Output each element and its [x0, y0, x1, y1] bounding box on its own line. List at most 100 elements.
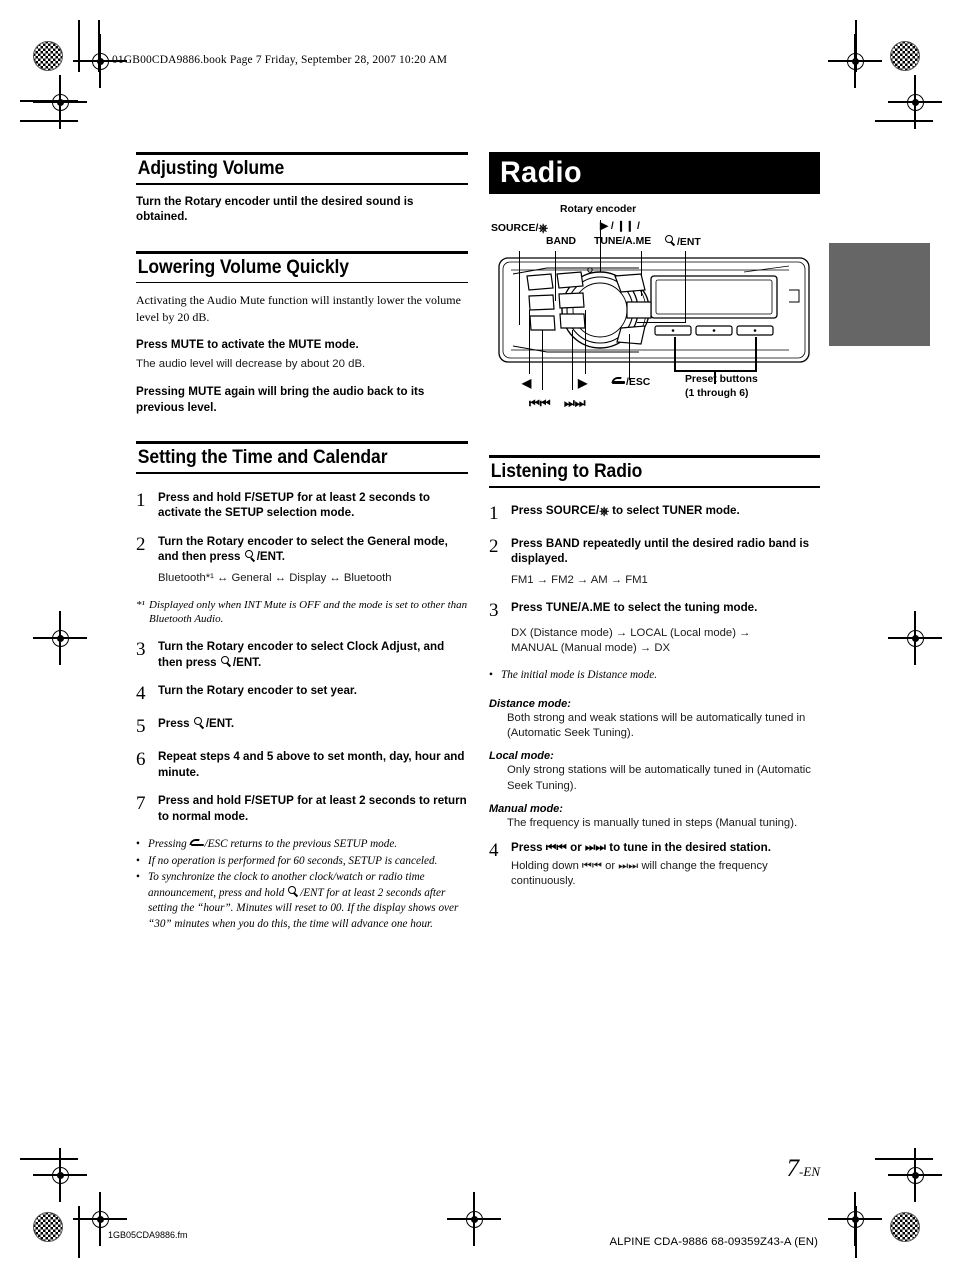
- crosshair-mark-right-middle: [888, 611, 942, 665]
- diagram-label-tune-ame: TUNE/A.ME: [594, 236, 652, 247]
- halftone-registration-dot-bottom-left: [33, 1212, 63, 1242]
- step-item: 4 Press ⏮⏮ or ⏭⏭ to tune in the desired …: [489, 840, 820, 889]
- imprint-line: ALPINE CDA-9886 68-09359Z43-A (EN): [609, 1236, 818, 1248]
- crop-mark-tl-v2: [98, 20, 100, 72]
- list-item: • The initial mode is Distance mode.: [489, 668, 820, 683]
- magnifier-icon: [665, 235, 676, 246]
- magnifier-icon: [193, 717, 205, 728]
- band-cycle-line: FM1 → FM2 → AM → FM1: [511, 573, 648, 586]
- power-icon: ⎈: [538, 221, 548, 235]
- step-body: Press /ENT.: [158, 717, 235, 731]
- mode-body: Both strong and weak stations will be au…: [507, 711, 806, 740]
- diagram-label-prev-track: ⏮⏮: [529, 396, 551, 410]
- diagram-label-source: SOURCE/⎈: [491, 221, 548, 235]
- diagram-label-band: BAND: [546, 236, 577, 247]
- left-column: Adjusting Volume Turn the Rotary encoder…: [136, 152, 468, 933]
- bullet-dot: •: [136, 854, 140, 867]
- step-body: Press and hold F/SETUP for at least 2 se…: [158, 794, 467, 823]
- step-body: Press TUNE/A.ME to select the tuning mod…: [511, 600, 758, 614]
- step-item: 4 Turn the Rotary encoder to set year.: [136, 683, 468, 703]
- diagram-label-left-arrow: ◀: [522, 376, 532, 390]
- crop-mark-bl-h: [20, 1158, 78, 1160]
- crosshair-mark-left-middle: [33, 611, 87, 665]
- heading-text: Adjusting Volume: [137, 157, 285, 180]
- mode-body: Only strong stations will be automatical…: [507, 764, 811, 792]
- magnifier-icon: [244, 550, 256, 561]
- step-item: 3 Press TUNE/A.ME to select the tuning m…: [489, 600, 820, 620]
- step-body: Turn the Rotary encoder to select the Ge…: [158, 534, 448, 564]
- step-item: 1 Press and hold F/SETUP for at least 2 …: [136, 490, 468, 521]
- diagram-label-play-pause: ▶ / ❙❙ /: [600, 221, 640, 232]
- step-item: 3 Turn the Rotary encoder to select Cloc…: [136, 639, 468, 670]
- fsetup-key-label: F/SETUP: [244, 794, 295, 808]
- bullet-text: If no operation is performed for 60 seco…: [148, 854, 438, 867]
- leader-line-esc: [629, 334, 631, 380]
- lowering-volume-intro: Activating the Audio Mute function will …: [136, 293, 461, 324]
- head-unit-illustration: [498, 257, 810, 363]
- step-number: 1: [489, 502, 499, 524]
- fsetup-key-label: F/SETUP: [244, 490, 295, 504]
- section-thumb-tab: [829, 243, 930, 346]
- diagram-label-esc: /ESC: [611, 376, 650, 389]
- crop-mark-tl-h: [20, 120, 78, 122]
- step-number: 3: [489, 599, 499, 621]
- magnifier-icon: [288, 885, 299, 897]
- banner-title: Radio: [500, 156, 582, 189]
- bullet-dot: •: [489, 669, 493, 682]
- mode-title: Manual mode:: [489, 803, 563, 816]
- tune-cycle-line-2: MANUAL (Manual mode) → DX: [511, 642, 671, 655]
- page-number: 7-EN: [787, 1155, 820, 1183]
- step-item: 1 Press SOURCE/⎈ to select TUNER mode.: [489, 503, 820, 523]
- step-item: 5 Press /ENT.: [136, 716, 468, 736]
- step-body: Repeat steps 4 and 5 above to set month,…: [158, 750, 465, 779]
- bullet-text: To synchronize the clock to another cloc…: [148, 871, 459, 930]
- step-number: 2: [489, 535, 499, 557]
- step-item: 7 Press and hold F/SETUP for at least 2 …: [136, 793, 468, 824]
- step-body: Press ⏮⏮ or ⏭⏭ to tune in the desired st…: [511, 840, 820, 889]
- step-number: 3: [136, 639, 146, 661]
- adjusting-volume-body: Turn the Rotary encoder until the desire…: [136, 194, 414, 224]
- step-number: 1: [136, 489, 146, 511]
- footnote-bluetooth: *¹ Displayed only when INT Mute is OFF a…: [136, 598, 468, 627]
- heading-setting-time-calendar: Setting the Time and Calendar: [136, 440, 468, 474]
- diagram-label-preset-buttons: Preset buttons (1 through 6): [685, 374, 758, 400]
- step-number: 6: [136, 749, 146, 771]
- preset-bracket-left: [674, 337, 677, 370]
- diagram-label-next-track: ⏭⏭: [564, 396, 586, 410]
- rotary-encoder-label: Rotary encoder: [206, 534, 294, 548]
- radio-section-banner: Radio: [489, 152, 820, 194]
- bullet-dot: •: [136, 871, 140, 884]
- mode-description-manual: Manual mode: The frequency is manually t…: [489, 803, 820, 831]
- leader-line-left-arrow: [529, 310, 531, 374]
- halftone-registration-dot-top-left: [33, 41, 63, 71]
- step-body: Turn the Rotary encoder to set year.: [158, 684, 357, 698]
- halftone-registration-dot-top-right: [890, 41, 920, 71]
- mode-description-local: Local mode: Only strong stations will be…: [489, 750, 820, 794]
- list-item: • If no operation is performed for 60 se…: [136, 854, 468, 869]
- mode-cycle-line: Bluetooth*¹ ↔ General ↔ Display ↔ Blueto…: [158, 571, 392, 584]
- step-number: 7: [136, 793, 146, 815]
- tune-cycle-line-1: DX (Distance mode) → LOCAL (Local mode) …: [511, 626, 751, 639]
- heading-listening-to-radio: Listening to Radio: [489, 455, 820, 488]
- footnote-text: Displayed only when INT Mute is OFF and …: [149, 598, 468, 626]
- crop-mark-tl-h2: [20, 100, 78, 102]
- step-body: Turn the Rotary encoder to select Clock …: [158, 640, 445, 669]
- halftone-registration-dot-bottom-right: [890, 1212, 920, 1242]
- heading-adjusting-volume: Adjusting Volume: [136, 152, 468, 185]
- step-item: 2 Turn the Rotary encoder to select the …: [136, 534, 468, 565]
- head-unit-diagram: Rotary encoder SOURCE/⎈ BAND ▶ / ❙❙ / TU…: [489, 204, 820, 439]
- bullet-text: The initial mode is Distance mode.: [501, 669, 657, 682]
- next-track-key-label: ⏭⏭: [584, 841, 607, 855]
- source-key-label: SOURCE/: [545, 503, 600, 517]
- heading-text: Listening to Radio: [490, 460, 643, 483]
- tune-ame-key-label: TUNE/A.ME: [545, 600, 611, 614]
- magnifier-icon: [220, 655, 232, 667]
- press-mute-sub: The audio level will decrease by about 2…: [136, 357, 366, 370]
- mute-key-label: MUTE: [188, 385, 222, 399]
- heading-lowering-volume-quickly: Lowering Volume Quickly: [136, 250, 468, 284]
- source-file-name: 1GB05CDA9886.fm: [108, 1230, 188, 1240]
- step-body: Press and hold F/SETUP for at least 2 se…: [158, 490, 430, 520]
- step-item: 6 Repeat steps 4 and 5 above to set mont…: [136, 749, 468, 780]
- step-body: Press BAND repeatedly until the desired …: [511, 536, 810, 566]
- band-key-label: BAND: [545, 536, 580, 550]
